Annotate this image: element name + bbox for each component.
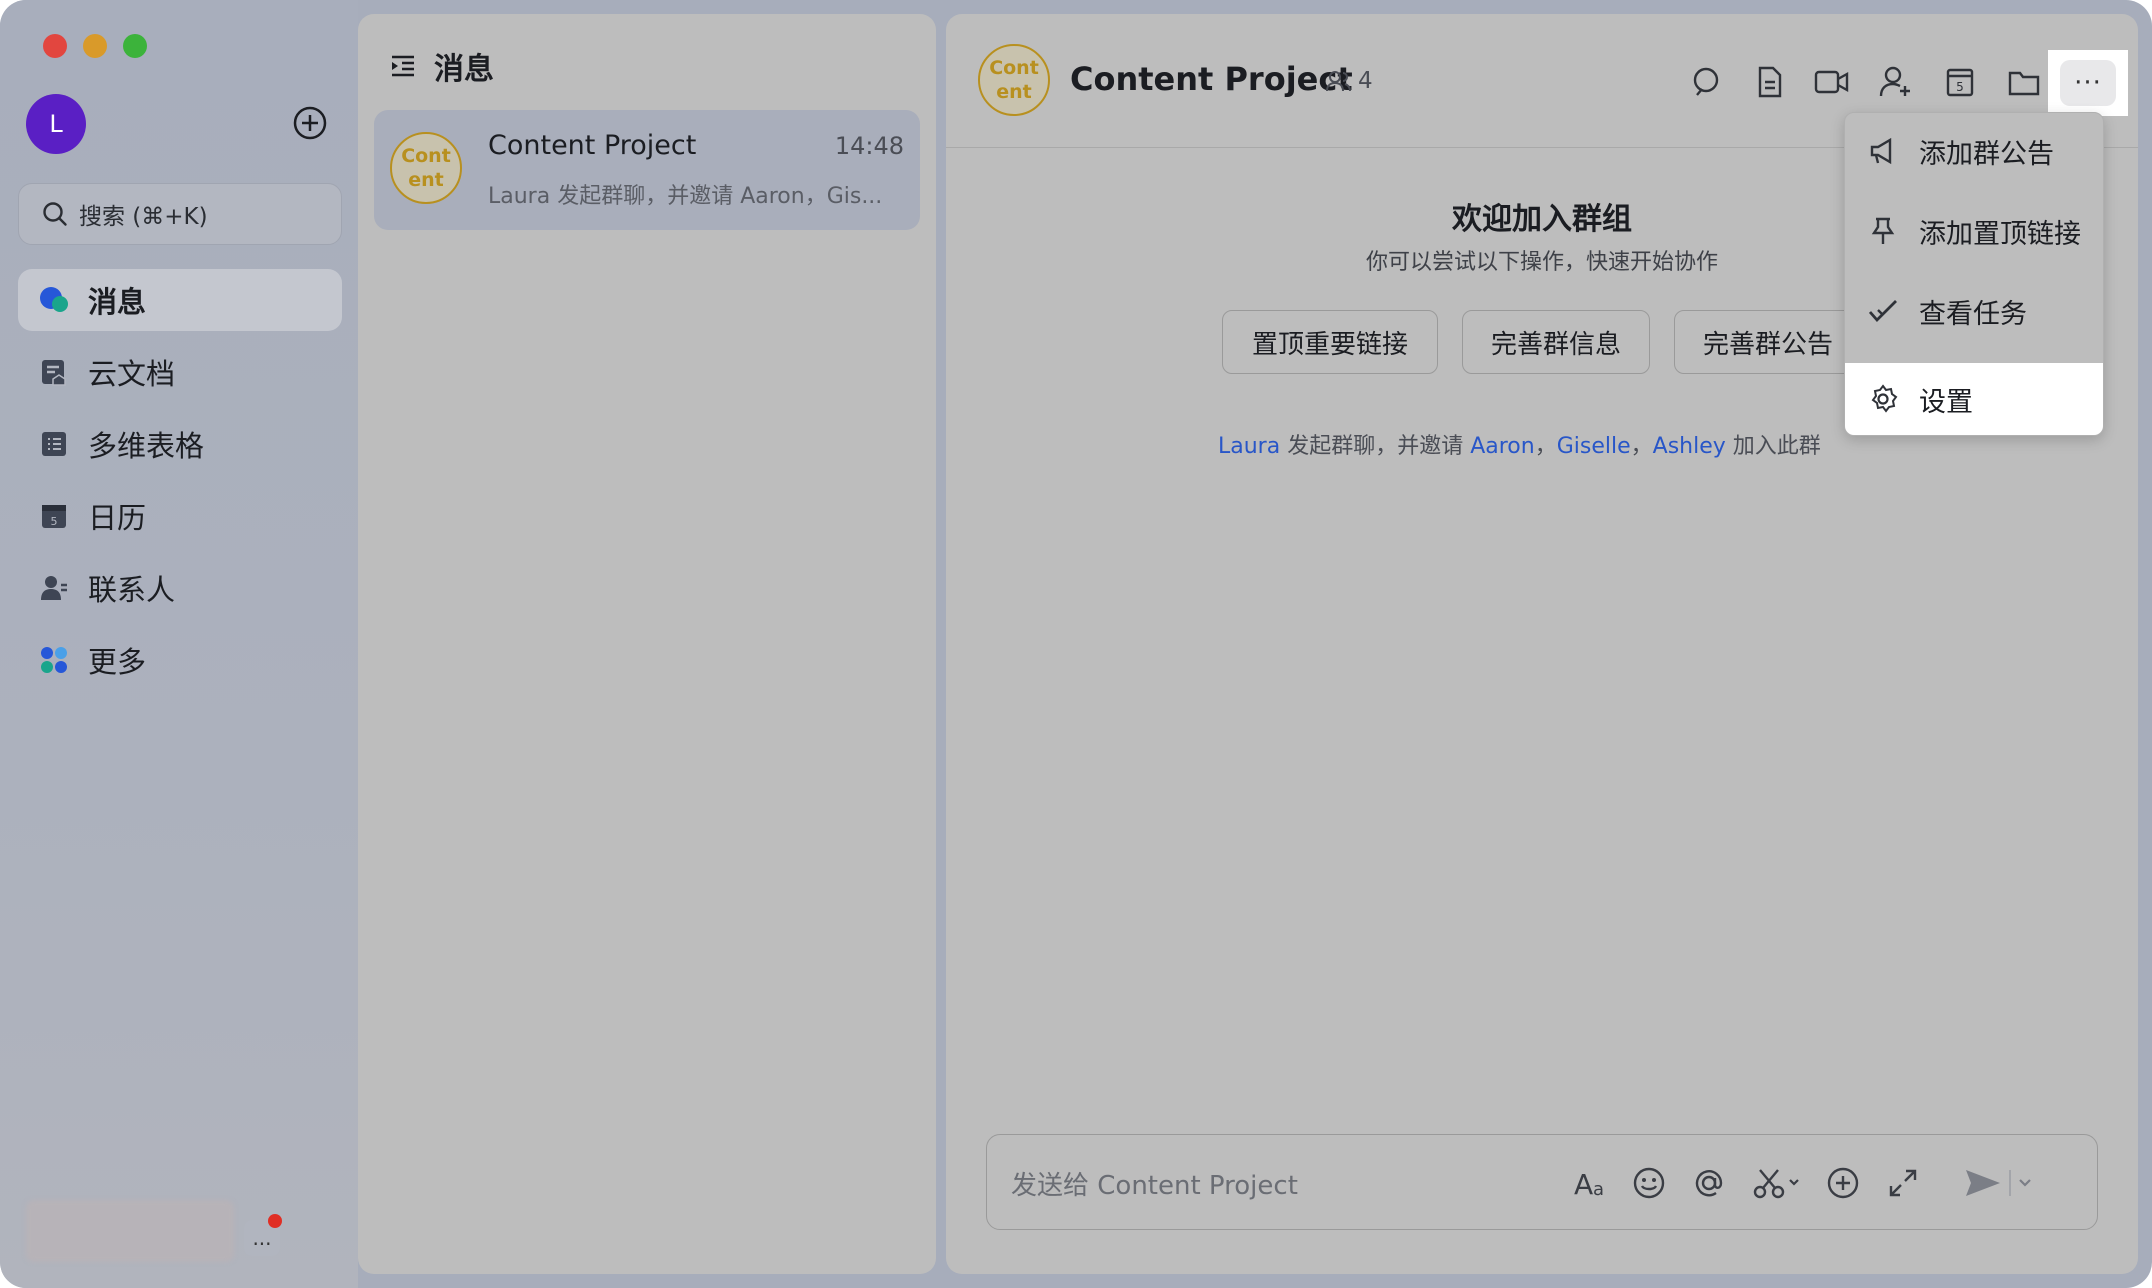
doc-icon[interactable] <box>1752 64 1788 100</box>
folder-icon[interactable] <box>2006 64 2042 100</box>
conversation-item[interactable]: Cont ent Content Project 14:48 Laura 发起群… <box>374 110 920 230</box>
chat-bubble-icon <box>38 284 70 316</box>
sidebar-item-label: 联系人 <box>88 573 176 607</box>
user-link-laura[interactable]: Laura <box>1218 434 1280 459</box>
window-minimize-button[interactable] <box>83 34 107 58</box>
expand-icon[interactable] <box>1883 1163 1923 1203</box>
search-icon[interactable] <box>1688 64 1724 100</box>
create-add-icon[interactable] <box>292 105 328 141</box>
mention-icon[interactable] <box>1689 1163 1729 1203</box>
send-icon[interactable] <box>1963 1163 2043 1203</box>
menu-item-add-pinned-link[interactable]: 添加置顶链接 <box>1845 195 2103 267</box>
complete-group-info-button[interactable]: 完善群信息 <box>1462 310 1650 374</box>
gear-icon <box>1867 383 1899 415</box>
more-dots-label: ... <box>252 1226 272 1250</box>
more-icon[interactable]: ··· <box>2060 60 2116 106</box>
system-text: 加入此群 <box>1725 434 1821 459</box>
megaphone-icon <box>1867 135 1899 167</box>
font-icon[interactable]: Aa <box>1571 1163 1611 1203</box>
system-text: 发起群聊，并邀请 <box>1280 434 1471 459</box>
more-button-highlight: ··· <box>2048 50 2128 116</box>
group-avatar-text: Cont ent <box>989 57 1039 103</box>
sidebar-item-label: 多维表格 <box>88 429 205 463</box>
complete-group-announcement-button[interactable]: 完善群公告 <box>1674 310 1862 374</box>
table-icon <box>38 428 70 460</box>
user-link-ashley[interactable]: Ashley <box>1653 434 1726 459</box>
app-window: L 搜索 (⌘+K) 消息 云文档 多维表格 5 日历 联系人 更多 ... 消… <box>0 0 2152 1288</box>
notification-badge <box>268 1214 282 1228</box>
apps-icon <box>38 644 70 676</box>
menu-item-label: 添加群公告 <box>1919 138 2054 170</box>
separator: ， <box>1630 434 1653 459</box>
list-title: 消息 <box>434 52 494 87</box>
collapse-list-icon[interactable] <box>388 51 418 81</box>
window-zoom-button[interactable] <box>123 34 147 58</box>
menu-item-settings[interactable]: 设置 <box>1845 363 2103 435</box>
menu-item-label: 添加置顶链接 <box>1919 218 2081 250</box>
search-input[interactable]: 搜索 (⌘+K) <box>18 183 342 245</box>
search-placeholder: 搜索 (⌘+K) <box>79 204 208 230</box>
sidebar-item-contacts[interactable]: 联系人 <box>18 557 342 619</box>
member-count-value: 4 <box>1358 68 1373 94</box>
user-link-giselle[interactable]: Giselle <box>1557 434 1631 459</box>
svg-text:5: 5 <box>51 515 58 528</box>
sidebar-item-docs[interactable]: 云文档 <box>18 341 342 403</box>
conversation-title: Content Project <box>488 130 697 161</box>
add-icon[interactable] <box>1823 1163 1863 1203</box>
menu-item-view-tasks[interactable]: 查看任务 <box>1845 275 2103 347</box>
message-input[interactable]: 发送给 Content Project Aa <box>986 1134 2098 1230</box>
menu-item-add-announcement[interactable]: 添加群公告 <box>1845 115 2103 187</box>
group-avatar-text: Cont ent <box>401 145 451 191</box>
calendar-icon[interactable]: 5 <box>1942 64 1978 100</box>
blurred-profile-area <box>26 1200 234 1262</box>
input-placeholder: 发送给 Content Project <box>1011 1171 1298 1201</box>
sidebar-item-label: 更多 <box>88 645 147 679</box>
conversation-list-panel: 消息 Cont ent Content Project 14:48 Laura … <box>358 14 936 1274</box>
svg-text:a: a <box>1593 1179 1604 1199</box>
conversation-time: 14:48 <box>834 132 904 160</box>
user-avatar-initial: L <box>49 110 63 138</box>
user-avatar[interactable]: L <box>26 94 86 154</box>
user-link-aaron[interactable]: Aaron <box>1470 434 1535 459</box>
conversation-preview: Laura 发起群聊，并邀请 Aaron，Gis... <box>488 184 883 209</box>
video-icon[interactable] <box>1814 64 1850 100</box>
emoji-icon[interactable] <box>1629 1163 1669 1203</box>
menu-item-label: 设置 <box>1919 386 1973 418</box>
sidebar-item-label: 云文档 <box>88 357 176 391</box>
sidebar-item-more[interactable]: 更多 <box>18 629 342 691</box>
add-member-icon[interactable] <box>1878 64 1914 100</box>
svg-text:5: 5 <box>1956 80 1964 94</box>
pin-icon <box>1867 215 1899 247</box>
member-count[interactable]: 4 <box>1326 68 1373 94</box>
sidebar-item-bitable[interactable]: 多维表格 <box>18 413 342 475</box>
sidebar-item-label: 消息 <box>88 285 147 319</box>
pin-important-link-button[interactable]: 置顶重要链接 <box>1222 310 1438 374</box>
sidebar-item-messages[interactable]: 消息 <box>18 269 342 331</box>
menu-item-label: 查看任务 <box>1919 298 2027 330</box>
calendar-icon: 5 <box>38 500 70 532</box>
window-close-button[interactable] <box>43 34 67 58</box>
sidebar-item-calendar[interactable]: 5 日历 <box>18 485 342 547</box>
contacts-icon <box>38 572 70 604</box>
search-icon <box>43 202 67 226</box>
sidebar: L 搜索 (⌘+K) 消息 云文档 多维表格 5 日历 联系人 更多 ... <box>0 0 358 1288</box>
sidebar-item-label: 日历 <box>88 501 147 535</box>
scissors-icon[interactable] <box>1751 1163 1803 1203</box>
separator: ， <box>1534 434 1557 459</box>
svg-text:A: A <box>1574 1168 1593 1199</box>
more-dropdown-menu: 添加群公告 添加置顶链接 查看任务 设置 <box>1844 112 2104 436</box>
group-avatar[interactable]: Cont ent <box>978 44 1050 116</box>
task-check-icon <box>1867 295 1899 327</box>
chat-title[interactable]: Content Project <box>1070 60 1353 98</box>
system-message: Laura 发起群聊，并邀请 Aaron，Giselle，Ashley 加入此群 <box>1218 428 1821 460</box>
list-header: 消息 <box>388 44 494 88</box>
doc-icon <box>38 356 70 388</box>
members-icon <box>1326 71 1351 92</box>
group-avatar: Cont ent <box>390 132 462 204</box>
